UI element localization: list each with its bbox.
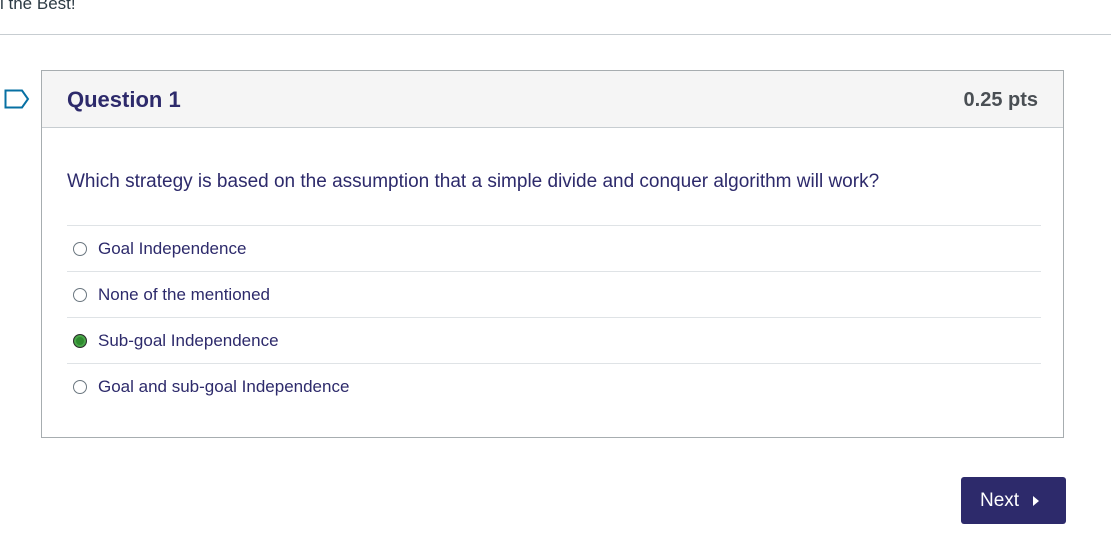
question-text: Which strategy is based on the assumptio… [67,171,880,192]
radio-button-selected[interactable] [73,334,87,348]
answer-option[interactable]: Goal and sub-goal Independence [67,364,1041,410]
answer-option[interactable]: None of the mentioned [67,272,1041,318]
next-button[interactable]: Next [961,477,1066,524]
answer-list: Goal Independence None of the mentioned … [67,225,1041,410]
answer-label[interactable]: Sub-goal Independence [98,331,279,351]
divider [0,34,1111,35]
next-button-label: Next [980,490,1020,511]
quiz-page: l the Best! Question 1 0.25 pts Which st… [0,0,1111,539]
caret-right-icon [1033,496,1039,506]
answer-option[interactable]: Sub-goal Independence [67,318,1041,364]
answer-label[interactable]: None of the mentioned [98,285,270,305]
question-card: Question 1 0.25 pts Which strategy is ba… [41,70,1064,438]
flag-question-icon[interactable] [4,89,30,109]
radio-button[interactable] [73,288,87,302]
radio-button[interactable] [73,242,87,256]
answer-option[interactable]: Goal Independence [67,226,1041,272]
radio-button[interactable] [73,380,87,394]
question-title: Question 1 [67,87,181,112]
previous-content-text: l the Best! [0,0,76,13]
answer-label[interactable]: Goal and sub-goal Independence [98,377,349,397]
answer-label[interactable]: Goal Independence [98,239,246,259]
question-header: Question 1 0.25 pts [42,71,1063,128]
question-points: 0.25 pts [963,89,1038,111]
